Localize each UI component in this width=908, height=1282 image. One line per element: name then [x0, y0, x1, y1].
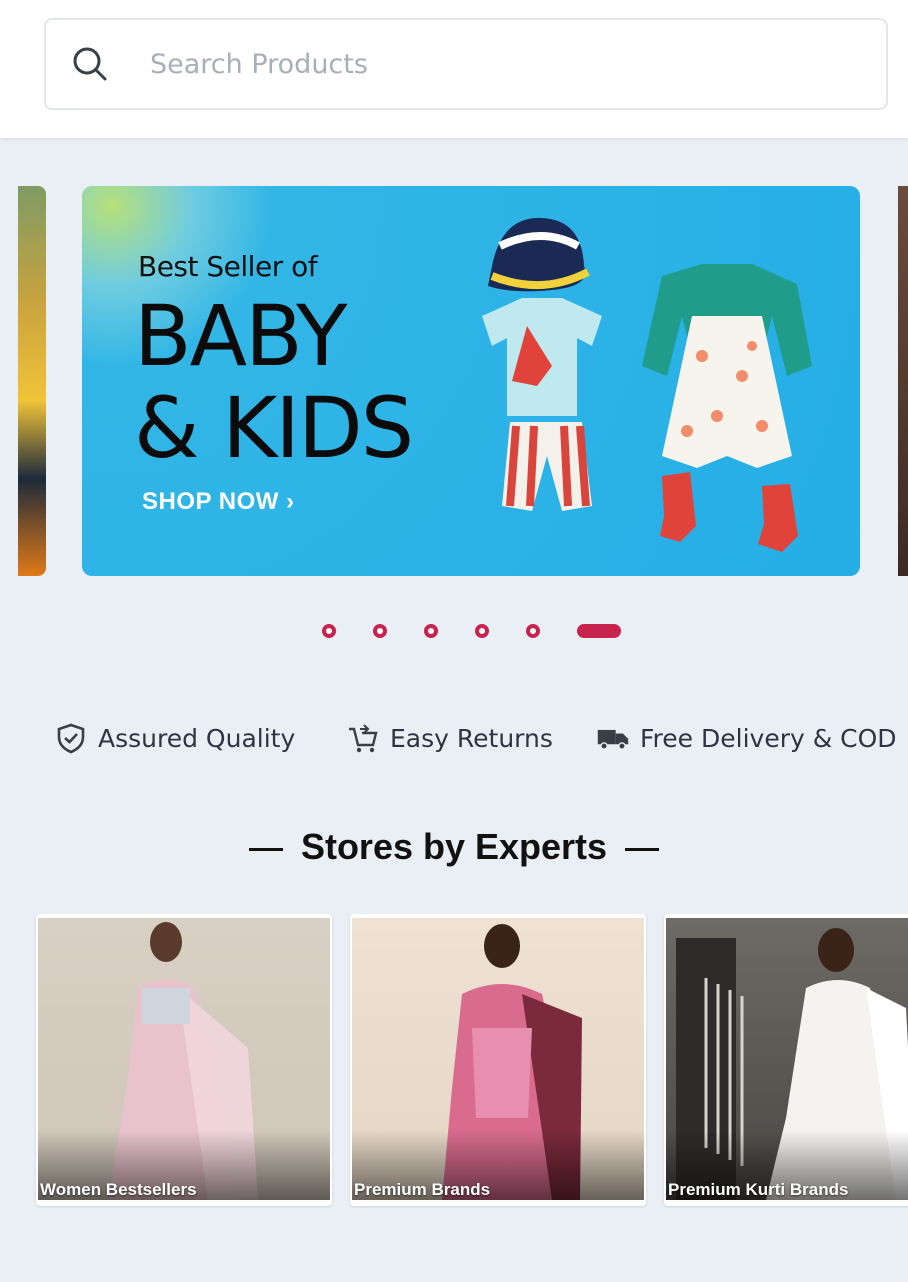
feature-label: Assured Quality — [98, 723, 296, 753]
store-card-premium-brands[interactable]: Premium Brands — [350, 914, 646, 1206]
feature-easy-returns: Easy Returns — [346, 716, 553, 760]
carousel-indicator — [0, 624, 908, 640]
delivery-truck-icon — [596, 721, 630, 755]
search-input[interactable]: Search Products — [150, 49, 368, 80]
carousel-dot[interactable] — [373, 624, 387, 638]
carousel-dot[interactable] — [475, 624, 489, 638]
shop-now-link[interactable]: SHOP NOW › — [142, 488, 295, 516]
shield-check-icon — [54, 721, 88, 755]
banner-title-line2: & KIDS — [134, 379, 414, 477]
banner-subtitle: Best Seller of — [138, 250, 318, 283]
banner-title-line1: BABY — [134, 287, 347, 385]
promo-banner[interactable]: Best Seller of BABY & KIDS SHOP NOW › — [82, 186, 860, 576]
carousel-dot[interactable] — [424, 624, 438, 638]
kids-clothing-image — [482, 217, 812, 552]
header: Search Products — [0, 0, 908, 138]
cart-return-icon — [346, 721, 380, 755]
features-row: Assured Quality Easy Returns Free Delive… — [0, 716, 908, 760]
store-card-label: Premium Kurti Brands — [668, 1180, 849, 1199]
store-card-label: Premium Brands — [354, 1180, 491, 1199]
stores-carousel[interactable]: Women Bestsellers Premium Brands Premium… — [0, 914, 908, 1208]
stores-by-experts-title: Stores by Experts — [300, 826, 608, 867]
section-title: Stores by Experts — [0, 826, 908, 868]
previous-slide-peek[interactable] — [18, 186, 46, 576]
feature-assured-quality: Assured Quality — [54, 716, 295, 760]
carousel-dot[interactable] — [526, 624, 540, 638]
banner-title: BABY & KIDS — [134, 287, 414, 477]
feature-label: Free Delivery & COD — [640, 723, 897, 753]
store-image — [38, 918, 330, 1200]
store-card-premium-kurti-brands[interactable]: Premium Kurti Brands — [664, 914, 908, 1206]
banner-carousel[interactable]: Best Seller of BABY & KIDS SHOP NOW › — [0, 150, 908, 590]
store-card-women-bestsellers[interactable]: Women Bestsellers — [36, 914, 332, 1206]
next-slide-peek[interactable] — [898, 186, 908, 576]
title-dash-right — [625, 847, 660, 851]
search-icon[interactable] — [68, 42, 112, 86]
feature-label: Easy Returns — [390, 723, 553, 753]
store-image — [352, 918, 644, 1200]
store-card-label: Women Bestsellers — [40, 1180, 197, 1199]
title-dash-left — [248, 847, 283, 851]
carousel-dot[interactable] — [322, 624, 336, 638]
carousel-dot-active[interactable] — [577, 624, 621, 638]
feature-free-delivery: Free Delivery & COD — [596, 716, 897, 760]
store-image — [666, 918, 908, 1200]
search-bar[interactable]: Search Products — [44, 18, 888, 110]
